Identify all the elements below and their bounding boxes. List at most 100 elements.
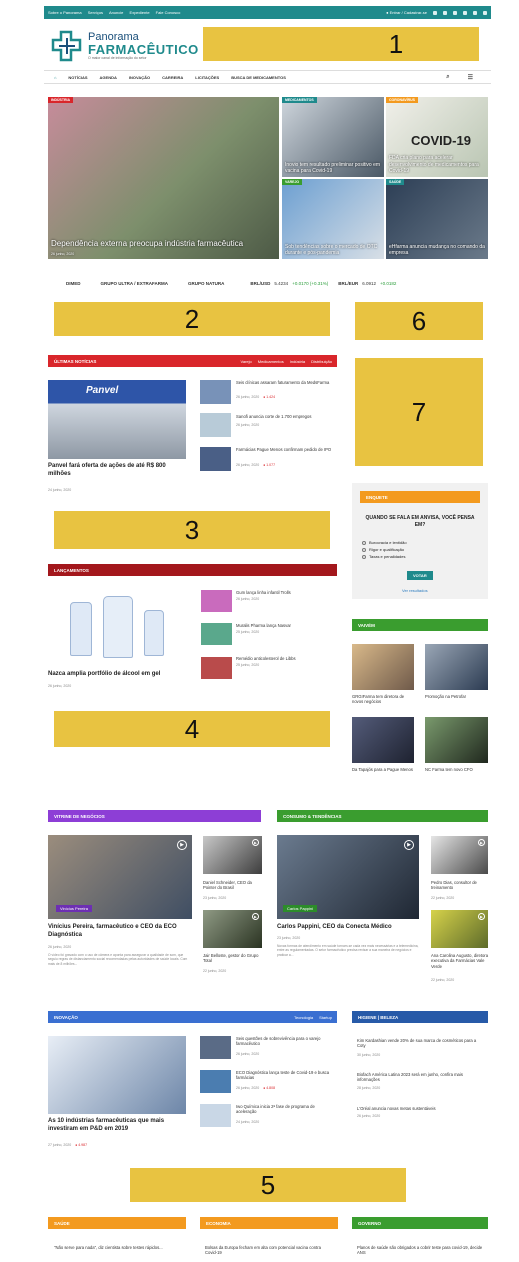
vaivem-item-2-title[interactable]: Promoção na Petrofar <box>425 694 489 699</box>
ultimas-item-3-title[interactable]: Farmácias Pague Menos confirmam pedido d… <box>236 447 336 452</box>
site-logo[interactable]: Panorama FARMACÊUTICO O maior canal de i… <box>50 24 200 68</box>
consumo-thumb-1[interactable]: ▶ <box>431 836 488 874</box>
rss-icon[interactable] <box>483 10 487 15</box>
higiene-item-3-title[interactable]: L'Oréal anuncia novas metas sustentáveis <box>357 1106 485 1111</box>
inovacao-cat-tecnologia[interactable]: Tecnologia <box>294 1015 313 1020</box>
poll-option-1[interactable]: Burocracia e lentidão <box>362 540 407 545</box>
ad-banner-1[interactable]: 1 <box>203 27 479 61</box>
hero-story-1[interactable]: MEDICAMENTOS Inovio tem resultado prelim… <box>282 97 384 177</box>
consumo-main-title[interactable]: Carlos Pappini, CEO da Conecta Médico <box>277 924 419 932</box>
menu-icon[interactable]: ☰ <box>468 74 473 81</box>
inovacao-item-3-title[interactable]: Iwo Química inicia 2ª fase de programa d… <box>236 1104 336 1115</box>
hero-story-2[interactable]: CORONAVÍRUS COVID-19 FDA cria plano para… <box>386 97 488 177</box>
vaivem-item-3-title[interactable]: Da Tapajós para a Pague Menos <box>352 767 416 772</box>
lanc-item-1-title[interactable]: Gum lança linha infantil Trolls <box>236 590 336 595</box>
inovacao-cat-startup[interactable]: Startup <box>319 1015 332 1020</box>
twitter-icon[interactable] <box>443 10 447 15</box>
ad-banner-4[interactable]: 4 <box>54 711 330 747</box>
top-link-about[interactable]: Sobre o Panorama <box>48 10 82 15</box>
consumo-item-1-title[interactable]: Pedro Dias, consultor de treinamento <box>431 880 489 891</box>
linkedin-icon[interactable] <box>463 10 467 15</box>
ultimas-main-image[interactable]: Panvel <box>48 380 186 459</box>
consumo-main-video[interactable]: ▶ Carlos Pappini <box>277 835 419 919</box>
inovacao-item-1-title[interactable]: Seis questões de sobrevivência para o va… <box>236 1036 336 1047</box>
ticker-dimed[interactable]: DIMED <box>66 281 81 286</box>
vitrine-main-video[interactable]: ▶ Vinícius Pereira <box>48 835 192 919</box>
higiene-item-2-title[interactable]: Biofach América Latina 2023 será em junh… <box>357 1072 485 1083</box>
login-link[interactable]: ● Entrar / Cadastrar-se <box>386 10 427 15</box>
ad-banner-5[interactable]: 5 <box>130 1168 406 1202</box>
vitrine-item-1-title[interactable]: Daniel Schneider, CEO da Pointer do Bras… <box>203 880 263 891</box>
nav-licitacoes[interactable]: LICITAÇÕES <box>195 75 219 80</box>
vaivem-image-2[interactable] <box>425 644 488 690</box>
ultimas-item-2-title[interactable]: Sanofi anuncia corte de 1.700 empregos <box>236 414 336 419</box>
lancamentos-main-title[interactable]: Nazca amplia portfólio de álcool em gel <box>48 671 188 679</box>
governo-item-title[interactable]: Planos de saúde são obrigados a cobrir t… <box>357 1245 485 1256</box>
ad-banner-2[interactable]: 2 <box>54 302 330 336</box>
nav-noticias[interactable]: NOTÍCIAS <box>68 75 87 80</box>
ultimas-cat-industria[interactable]: Indústria <box>290 359 305 364</box>
vote-button[interactable]: VOTAR <box>407 571 433 580</box>
nav-carreira[interactable]: CARREIRA <box>162 75 183 80</box>
lanc-item-2-title[interactable]: Muralis Pharma lança Nasvar <box>236 623 336 628</box>
top-link-services[interactable]: Serviços <box>88 10 103 15</box>
ultimas-cat-distribuicao[interactable]: Distribuição <box>311 359 332 364</box>
poll-option-2[interactable]: Rigor e qualificação <box>362 547 407 552</box>
lanc-thumb-1[interactable] <box>201 590 232 612</box>
ticker-ultra[interactable]: GRUPO ULTRA / EXTRAFARMA <box>101 281 169 286</box>
ultimas-thumb-3[interactable] <box>200 447 231 471</box>
ad-banner-3[interactable]: 3 <box>54 511 330 549</box>
hero-story-4[interactable]: SAÚDE eHfarma anuncia mudança no comando… <box>386 179 488 259</box>
inovacao-thumb-1[interactable] <box>200 1036 231 1059</box>
vitrine-thumb-1[interactable]: ▶ <box>203 836 262 874</box>
inovacao-thumb-2[interactable] <box>200 1070 231 1093</box>
vaivem-image-4[interactable] <box>425 717 488 763</box>
vaivem-item-4-title[interactable]: NC Farma tem novo CFO <box>425 767 489 772</box>
lanc-thumb-3[interactable] <box>201 657 232 679</box>
lanc-item-3-title[interactable]: Remédio anticolesterol de Libbs <box>236 656 336 661</box>
nav-inovacao[interactable]: INOVAÇÃO <box>129 75 150 80</box>
facebook-icon[interactable] <box>433 10 437 15</box>
ultimas-main-title[interactable]: Panvel fará oferta de ações de até R$ 80… <box>48 463 186 478</box>
poll-option-3[interactable]: Taxas e penalidades <box>362 554 407 559</box>
hero-main[interactable]: INDÚSTRIA Dependência externa preocupa i… <box>48 97 279 259</box>
ticker-natura[interactable]: GRUPO NATURA <box>188 281 224 286</box>
instagram-icon[interactable] <box>453 10 457 15</box>
top-link-masthead[interactable]: Expediente <box>130 10 150 15</box>
inovacao-main-title[interactable]: As 10 indústrias farmacêuticas que mais … <box>48 1118 186 1133</box>
play-icon[interactable]: ▶ <box>252 839 259 846</box>
home-icon[interactable]: ⌂ <box>54 75 56 80</box>
play-icon[interactable]: ▶ <box>252 913 259 920</box>
vitrine-item-2-title[interactable]: Jair Belloste, gestor do Grupo Total <box>203 953 263 964</box>
ultimas-cat-varejo[interactable]: Varejo <box>240 359 251 364</box>
vitrine-main-title[interactable]: Vinícius Pereira, farmacêutico e CEO da … <box>48 924 193 939</box>
vaivem-image-1[interactable] <box>352 644 414 690</box>
ultimas-cat-medicamentos[interactable]: Medicamentos <box>258 359 284 364</box>
inovacao-item-2-title[interactable]: ECO Diagnóstica lança teste de Covid-19 … <box>236 1070 336 1081</box>
ultimas-item-1-title[interactable]: Seis clínicas assaram faturamento da Med… <box>236 380 336 385</box>
economia-item-title[interactable]: Bolsas da Europa fecham em alta com pote… <box>205 1245 333 1256</box>
ad-banner-7[interactable]: 7 <box>355 358 483 466</box>
hero-story-3[interactable]: VAREJO Sob tendências sobre o mercado de… <box>282 179 384 259</box>
lanc-thumb-2[interactable] <box>201 623 232 645</box>
consumo-thumb-2[interactable]: ▶ <box>431 910 488 948</box>
lancamentos-main-image[interactable] <box>48 590 188 668</box>
inovacao-thumb-3[interactable] <box>200 1104 231 1127</box>
youtube-icon[interactable] <box>473 10 477 15</box>
poll-results-link[interactable]: Ver resultados <box>402 588 428 593</box>
play-icon[interactable]: ▶ <box>177 840 187 850</box>
play-icon[interactable]: ▶ <box>478 913 485 920</box>
inovacao-main-image[interactable] <box>48 1036 186 1114</box>
vitrine-thumb-2[interactable]: ▶ <box>203 910 262 948</box>
top-link-contact[interactable]: Fale Conosco <box>156 10 181 15</box>
nav-busca-medicamentos[interactable]: BUSCA DE MEDICAMENTOS <box>231 75 286 80</box>
ad-banner-6[interactable]: 6 <box>355 302 483 340</box>
ultimas-thumb-2[interactable] <box>200 413 231 437</box>
play-icon[interactable]: ▶ <box>478 839 485 846</box>
vaivem-image-3[interactable] <box>352 717 414 763</box>
higiene-item-1-title[interactable]: Kim Kardashian vende 20% de sua marca de… <box>357 1038 485 1049</box>
top-link-advertise[interactable]: Anuncie <box>109 10 123 15</box>
play-icon[interactable]: ▶ <box>404 840 414 850</box>
nav-agenda[interactable]: AGENDA <box>100 75 117 80</box>
vaivem-item-1-title[interactable]: GRGIFarma tem diretora de novos negócios <box>352 694 416 705</box>
